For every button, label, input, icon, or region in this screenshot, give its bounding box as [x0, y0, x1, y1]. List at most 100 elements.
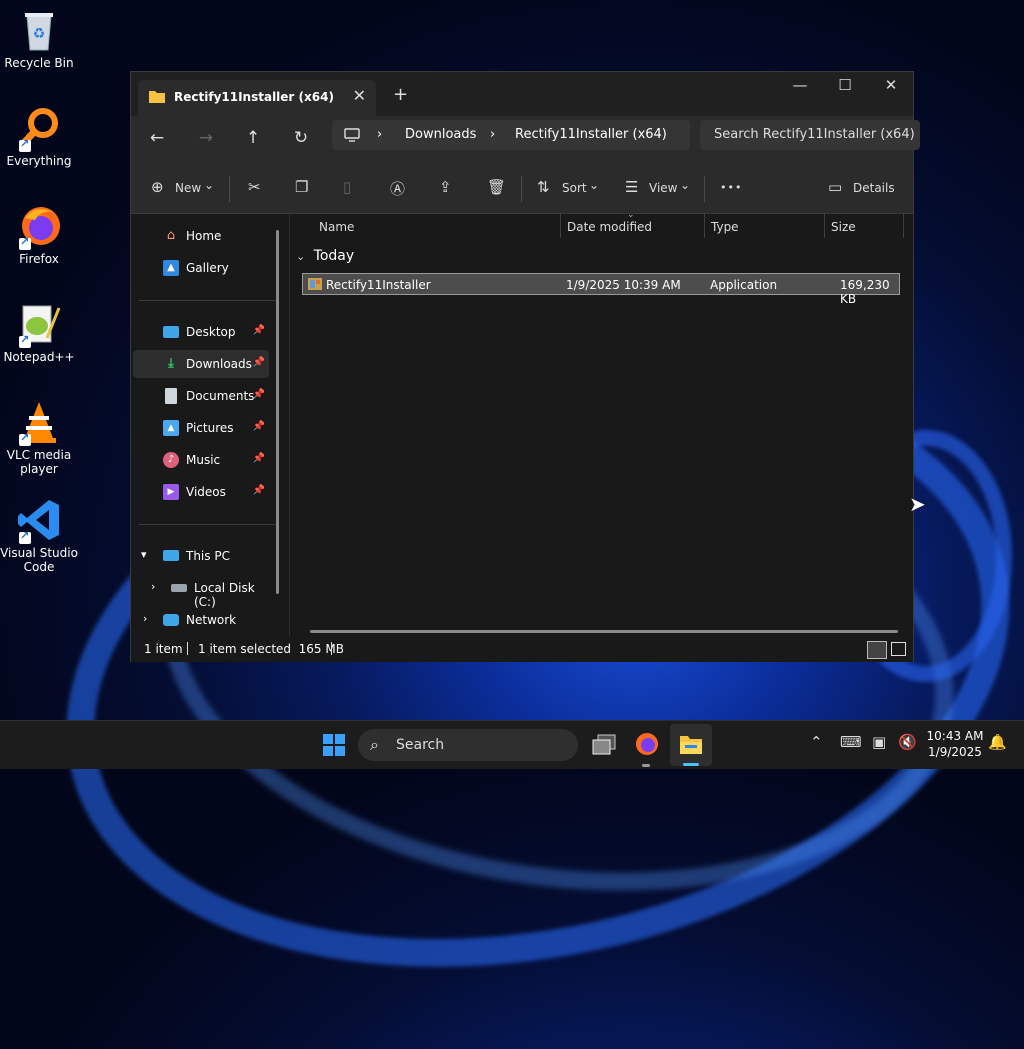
details-view-icon[interactable] — [867, 641, 887, 659]
network-icon — [163, 614, 179, 626]
desktop-icon-everything[interactable]: Everything — [0, 106, 78, 168]
sidebar-item-documents[interactable]: Documents 📌 — [133, 382, 269, 410]
sidebar-item-downloads[interactable]: ⤓ Downloads 📌 — [133, 350, 269, 378]
chevron-down-icon: ⌄ — [589, 178, 600, 192]
sidebar-item-music[interactable]: ♪ Music 📌 — [133, 446, 269, 474]
system-clock[interactable]: 10:43 AM 1/9/2025 — [920, 728, 990, 760]
toolbar-divider — [704, 176, 705, 202]
breadcrumb-separator: › — [377, 127, 383, 142]
task-view-icon[interactable] — [591, 733, 617, 757]
sidebar-scrollbar[interactable] — [276, 230, 279, 594]
sidebar-item-desktop[interactable]: Desktop 📌 — [133, 318, 269, 346]
details-button[interactable]: Details — [853, 181, 895, 195]
horizontal-scrollbar[interactable] — [310, 630, 898, 633]
group-header-today[interactable]: ⌄ Today — [296, 248, 354, 264]
svg-text:♻: ♻ — [33, 26, 46, 42]
desktop-icon-label: Everything — [6, 154, 72, 168]
network-status-icon[interactable]: ▣ — [872, 733, 886, 751]
status-bar: 1 item 1 item selected 165 MB — [131, 636, 913, 662]
desktop-icon-notepadpp[interactable]: Notepad++ — [0, 302, 78, 364]
chevron-right-icon[interactable]: › — [143, 612, 147, 625]
tab-close-icon[interactable]: ✕ — [353, 86, 366, 105]
status-item-count: 1 item — [144, 642, 183, 656]
refresh-button[interactable]: ↻ — [289, 128, 313, 148]
address-bar[interactable]: › Downloads › Rectify11Installer (x64) — [332, 120, 690, 150]
desktop-icon-vlc[interactable]: VLC media player — [0, 400, 78, 476]
new-tab-button[interactable]: + — [393, 84, 408, 105]
up-button[interactable]: ↑ — [241, 128, 265, 148]
sidebar-item-pictures[interactable]: ▲ Pictures 📌 — [133, 414, 269, 442]
delete-icon[interactable]: 🗑 — [487, 178, 506, 196]
desktop-icon-vscode[interactable]: Visual Studio Code — [0, 498, 78, 574]
sidebar-item-this-pc[interactable]: ▾ This PC — [133, 542, 269, 570]
show-hidden-icons-chevron[interactable]: ⌃ — [810, 733, 823, 751]
desktop-icon-firefox[interactable]: Firefox — [0, 204, 78, 266]
column-header-size[interactable]: Size — [831, 220, 856, 234]
firefox-icon — [17, 204, 61, 250]
chevron-down-icon[interactable]: ▾ — [141, 548, 147, 561]
breadcrumb-downloads[interactable]: Downloads — [405, 127, 476, 142]
shortcut-arrow-icon — [19, 529, 31, 544]
taskbar-firefox-icon[interactable] — [634, 731, 660, 757]
pin-icon: 📌 — [252, 357, 265, 368]
sidebar-item-network[interactable]: › Network — [133, 606, 269, 634]
column-divider[interactable] — [704, 214, 705, 238]
tab-rectify11installer[interactable]: Rectify11Installer (x64) ✕ — [138, 80, 376, 116]
taskbar-file-explorer-button[interactable] — [670, 724, 712, 766]
search-box[interactable]: Search Rectify11Installer (x64) — [700, 120, 920, 150]
column-header-type[interactable]: Type — [711, 220, 739, 234]
keyboard-icon[interactable]: ⌨ — [840, 733, 862, 751]
shortcut-arrow-icon — [19, 333, 31, 348]
column-header-name[interactable]: Name — [319, 220, 354, 234]
back-button[interactable]: ← — [145, 128, 169, 148]
sort-icon: ⇅ — [537, 178, 550, 196]
copy-icon[interactable]: ❐ — [295, 178, 308, 196]
sort-button[interactable]: Sort — [562, 181, 587, 195]
search-placeholder: Search Rectify11Installer (x64) — [714, 127, 915, 142]
file-explorer-icon — [680, 736, 702, 754]
desktop-icon-recycle-bin[interactable]: ♻ Recycle Bin — [0, 8, 78, 70]
notification-bell-icon[interactable]: 🔔 — [988, 733, 1007, 751]
shortcut-arrow-icon — [19, 431, 31, 446]
sidebar-item-label: Network — [186, 613, 237, 627]
file-name: Rectify11Installer — [326, 278, 431, 292]
file-row-selected[interactable]: Rectify11Installer 1/9/2025 10:39 AM App… — [302, 273, 900, 306]
sidebar-item-local-disk[interactable]: › Local Disk (C:) — [133, 574, 269, 609]
chevron-right-icon[interactable]: › — [151, 580, 155, 593]
status-selection: 1 item selected 165 MB — [198, 642, 344, 656]
tiles-view-icon[interactable] — [891, 642, 906, 656]
maximize-button[interactable]: ☐ — [823, 76, 867, 94]
column-divider[interactable] — [824, 214, 825, 238]
minimize-button[interactable]: — — [778, 76, 822, 94]
sidebar-item-videos[interactable]: ▶ Videos 📌 — [133, 478, 269, 506]
volume-muted-icon[interactable]: 🔇 — [898, 733, 917, 751]
vlc-cone-icon — [17, 400, 61, 446]
sidebar-item-gallery[interactable]: ▲ Gallery — [133, 254, 269, 282]
new-button[interactable]: New — [175, 181, 201, 195]
desktop-icon-label: Notepad++ — [3, 350, 75, 364]
column-divider[interactable] — [903, 214, 904, 238]
breadcrumb-rectify11installer[interactable]: Rectify11Installer (x64) — [515, 127, 667, 142]
monitor-icon — [344, 128, 360, 142]
paste-icon[interactable]: ▯ — [343, 178, 351, 196]
sidebar-item-label: Documents — [186, 389, 255, 403]
close-window-button[interactable]: ✕ — [869, 76, 913, 94]
clock-time: 10:43 AM — [926, 729, 984, 743]
active-app-indicator — [683, 763, 699, 766]
column-divider[interactable] — [560, 214, 561, 238]
more-options-button[interactable]: ••• — [720, 181, 742, 194]
taskbar-search[interactable]: ⌕ Search — [358, 729, 578, 761]
share-icon[interactable]: ⇪ — [439, 178, 452, 196]
sort-indicator-icon: ⌄ — [627, 210, 635, 220]
forward-button[interactable]: → — [194, 128, 218, 148]
disk-icon — [171, 584, 187, 592]
sidebar-item-home[interactable]: ⌂ Home — [133, 222, 269, 250]
cut-icon[interactable]: ✂ — [248, 178, 261, 196]
view-button[interactable]: View — [649, 181, 677, 195]
sidebar-item-label: Desktop — [186, 325, 236, 339]
gallery-icon: ▲ — [163, 260, 179, 276]
column-header-date[interactable]: Date modified — [567, 220, 652, 234]
sidebar-item-label: Videos — [186, 485, 226, 499]
rename-icon[interactable]: Ⓐ — [390, 178, 405, 199]
start-windows-icon[interactable] — [322, 733, 346, 757]
